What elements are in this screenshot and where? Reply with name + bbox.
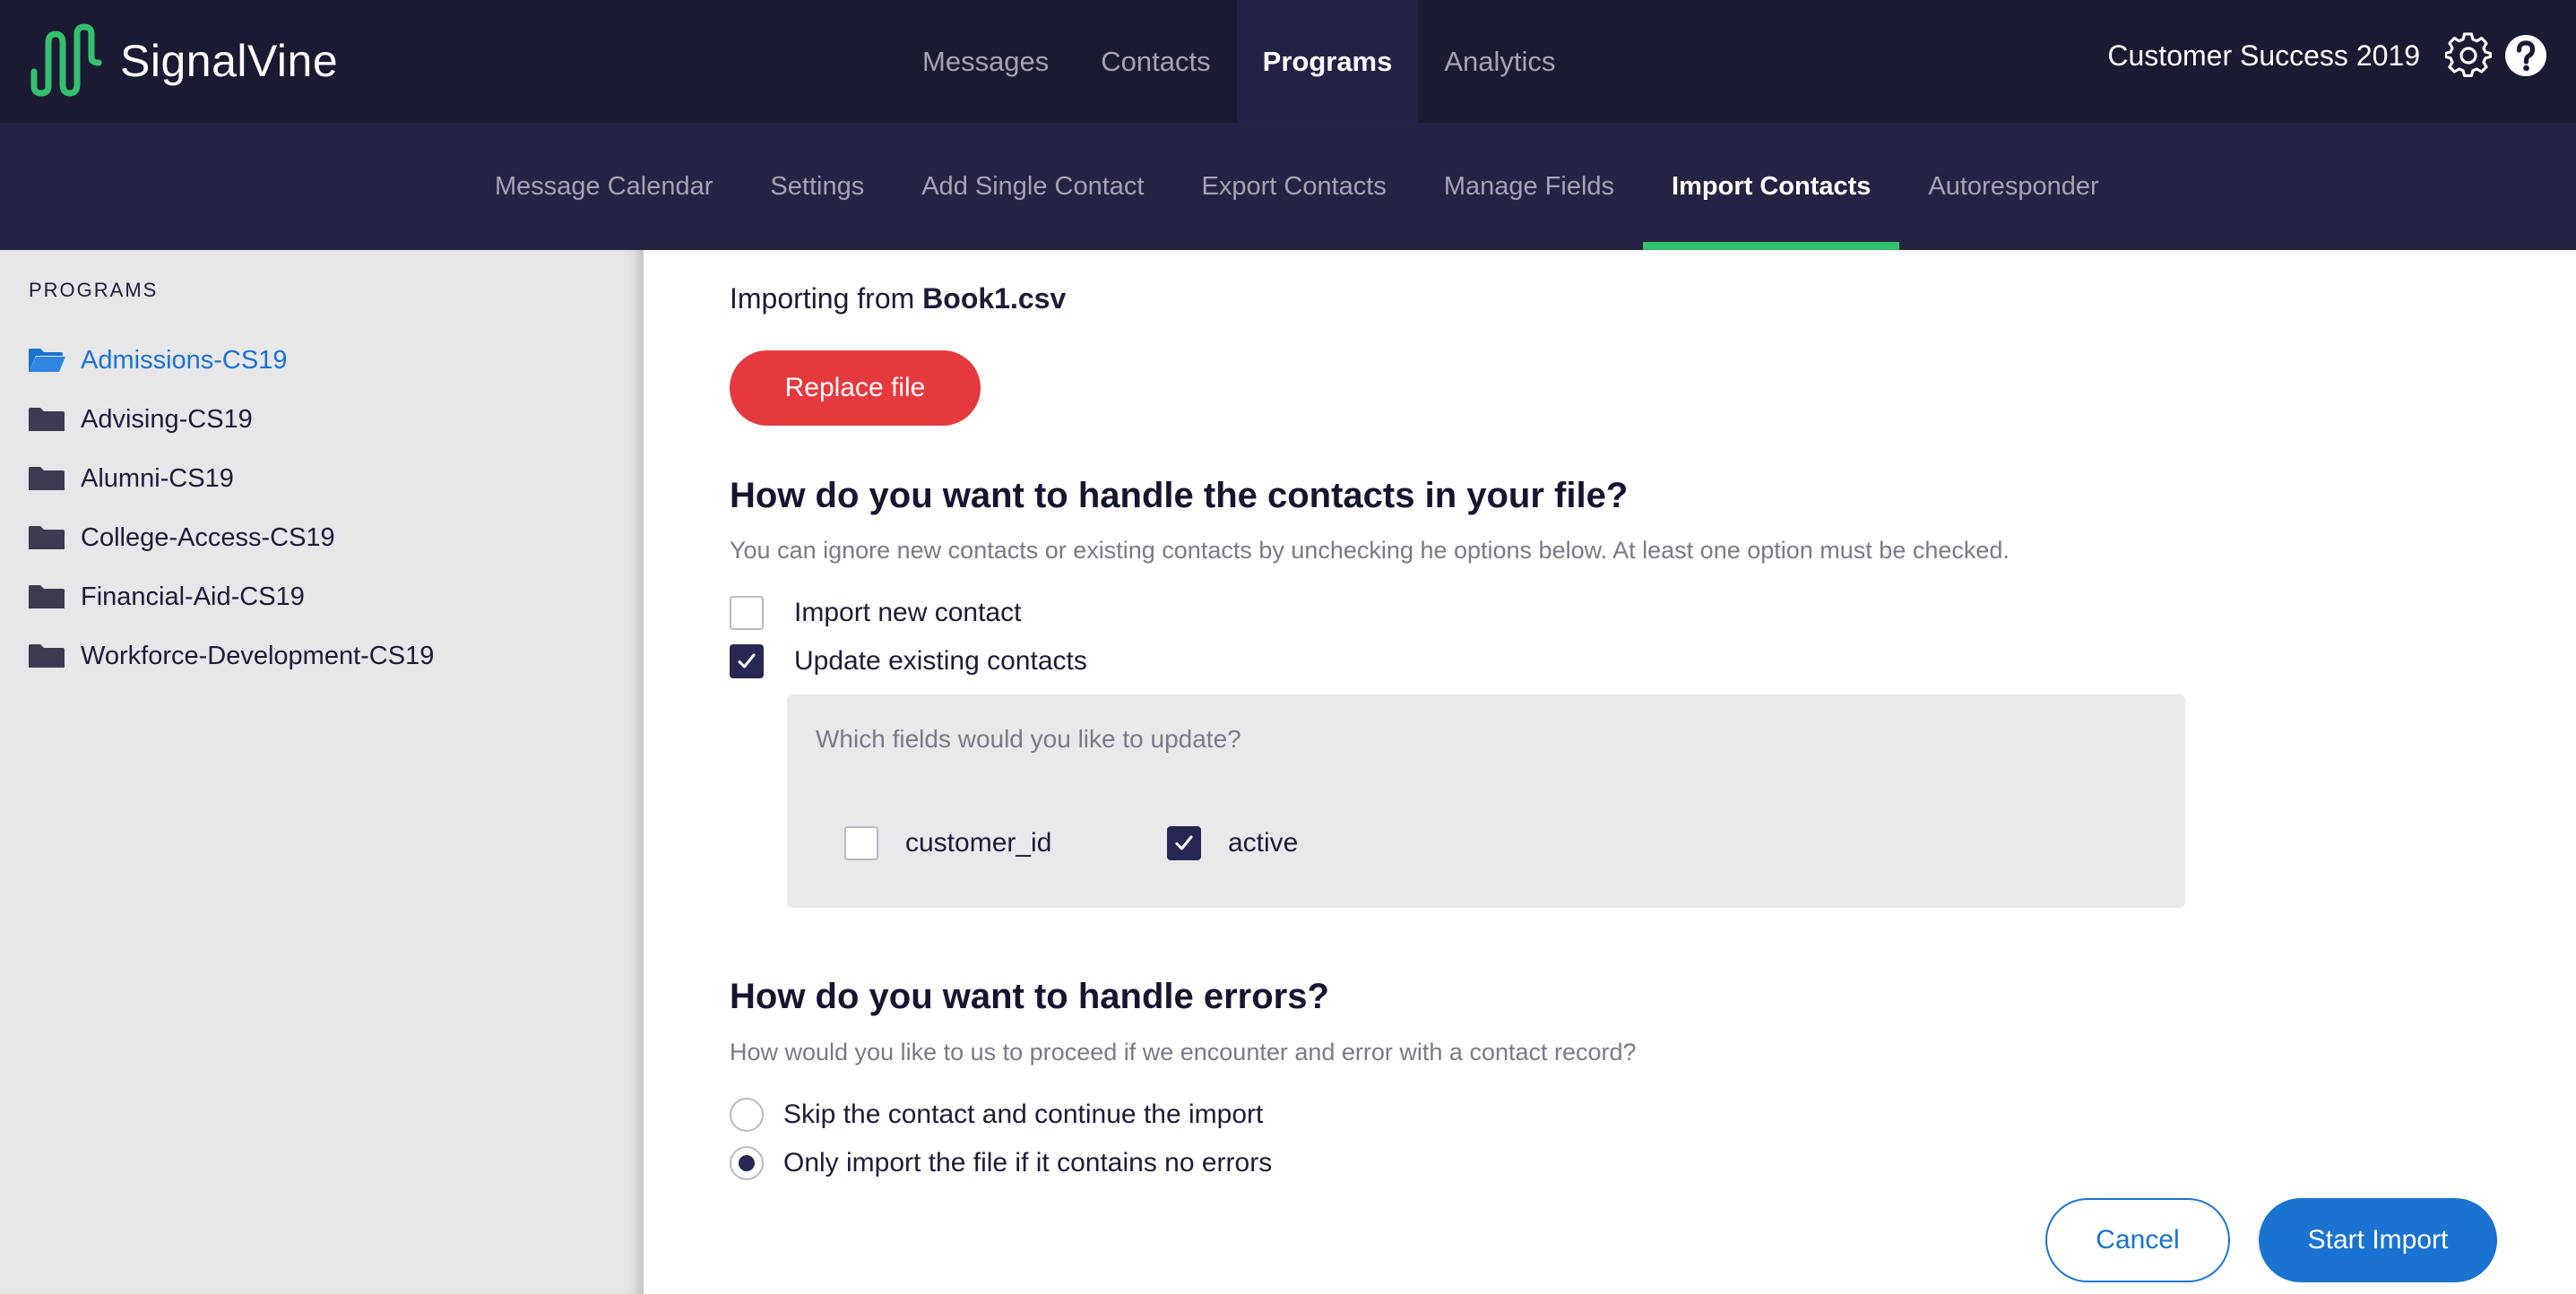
skip-contact-radio[interactable] (730, 1098, 764, 1132)
errors-section-title: How do you want to handle errors? (730, 977, 1329, 1016)
folder-icon (27, 465, 66, 492)
workspace-name[interactable]: Customer Success 2019 (2107, 39, 2420, 73)
main-nav: Messages Contacts Programs Analytics (896, 0, 1581, 123)
update-existing-contacts-option[interactable]: Update existing contacts (730, 644, 1087, 678)
program-item-college-access[interactable]: College-Access-CS19 (27, 508, 434, 567)
signalvine-wave-icon (30, 23, 102, 97)
folder-icon (27, 583, 66, 610)
program-item-admissions[interactable]: Admissions-CS19 (27, 331, 434, 390)
checkmark-icon (1175, 835, 1193, 850)
errors-section-description: How would you like to us to proceed if w… (730, 1039, 1637, 1065)
folder-open-icon (27, 347, 66, 374)
update-existing-contacts-checkbox[interactable] (730, 644, 764, 678)
contacts-section-description: You can ignore new contacts or existing … (730, 537, 2010, 564)
subnav-autoresponder[interactable]: Autoresponder (1899, 123, 2127, 250)
brand-logo[interactable]: SignalVine (27, 22, 338, 100)
importing-prefix: Importing from (730, 282, 915, 315)
replace-file-button[interactable]: Replace file (730, 350, 981, 426)
subnav-settings[interactable]: Settings (741, 123, 893, 250)
subnav-import-contacts[interactable]: Import Contacts (1643, 123, 1900, 250)
field-option-customer-id[interactable]: customer_id (844, 826, 1051, 860)
subnav-message-calendar[interactable]: Message Calendar (466, 123, 741, 250)
field-label: active (1228, 828, 1299, 858)
subnav-add-single-contact[interactable]: Add Single Contact (893, 123, 1172, 250)
import-if-no-errors-option[interactable]: Only import the file if it contains no e… (730, 1146, 1272, 1180)
nav-contacts[interactable]: Contacts (1075, 0, 1236, 123)
settings-button[interactable] (2443, 30, 2494, 81)
folder-icon (27, 406, 66, 433)
option-label: Update existing contacts (794, 646, 1087, 676)
program-label: Advising-CS19 (81, 404, 253, 434)
header-right: Customer Success 2019 (2107, 23, 2551, 88)
skip-contact-option[interactable]: Skip the contact and continue the import (730, 1098, 1263, 1132)
sidebar-heading: PROGRAMS (29, 279, 159, 301)
fields-to-update-panel: Which fields would you like to update? c… (787, 694, 2185, 908)
program-label: Admissions-CS19 (81, 345, 288, 375)
nav-programs[interactable]: Programs (1236, 0, 1419, 123)
import-if-no-errors-radio[interactable] (730, 1146, 764, 1180)
nav-messages[interactable]: Messages (896, 0, 1075, 123)
top-bar: SignalVine Messages Contacts Programs An… (0, 0, 2576, 123)
program-item-advising[interactable]: Advising-CS19 (27, 390, 434, 449)
customer-id-checkbox[interactable] (844, 826, 878, 860)
option-label: Import new contact (794, 598, 1022, 627)
fields-question: Which fields would you like to update? (816, 725, 1241, 753)
field-label: customer_id (905, 828, 1052, 858)
program-label: Alumni-CS19 (81, 463, 234, 493)
program-item-financial-aid[interactable]: Financial-Aid-CS19 (27, 567, 434, 626)
program-label: Financial-Aid-CS19 (81, 582, 305, 611)
program-label: Workforce-Development-CS19 (81, 641, 435, 670)
cancel-button[interactable]: Cancel (2045, 1198, 2230, 1282)
program-label: College-Access-CS19 (81, 522, 335, 552)
program-item-workforce-development[interactable]: Workforce-Development-CS19 (27, 626, 434, 686)
folder-icon (27, 643, 66, 669)
program-list: Admissions-CS19 Advising-CS19 Alumni-CS1… (27, 331, 434, 686)
sub-nav: Message Calendar Settings Add Single Con… (0, 123, 2576, 250)
option-label: Only import the file if it contains no e… (783, 1148, 1273, 1178)
importing-from: Importing from Book1.csv (730, 282, 1066, 315)
gear-icon (2445, 32, 2492, 78)
import-panel: Importing from Book1.csv Replace file Ho… (644, 250, 2576, 1294)
program-item-alumni[interactable]: Alumni-CS19 (27, 449, 434, 508)
subnav-manage-fields[interactable]: Manage Fields (1415, 123, 1643, 250)
import-new-contact-checkbox[interactable] (730, 596, 764, 630)
field-option-active[interactable]: active (1167, 826, 1298, 860)
folder-icon (27, 524, 66, 551)
checkmark-icon (738, 653, 756, 669)
active-checkbox[interactable] (1167, 826, 1201, 860)
programs-sidebar: PROGRAMS Admissions-CS19 Advising-CS19 A… (0, 250, 644, 1294)
import-file-name: Book1.csv (922, 282, 1067, 315)
help-button[interactable] (2501, 30, 2551, 81)
option-label: Skip the contact and continue the import (783, 1100, 1264, 1129)
contacts-section-title: How do you want to handle the contacts i… (730, 476, 1629, 515)
subnav-export-contacts[interactable]: Export Contacts (1173, 123, 1415, 250)
start-import-button[interactable]: Start Import (2259, 1198, 2497, 1282)
radio-selected-dot (739, 1155, 755, 1171)
nav-analytics[interactable]: Analytics (1418, 0, 1581, 123)
brand-name: SignalVine (120, 36, 339, 86)
help-icon (2505, 35, 2546, 76)
import-new-contact-option[interactable]: Import new contact (730, 596, 1021, 630)
